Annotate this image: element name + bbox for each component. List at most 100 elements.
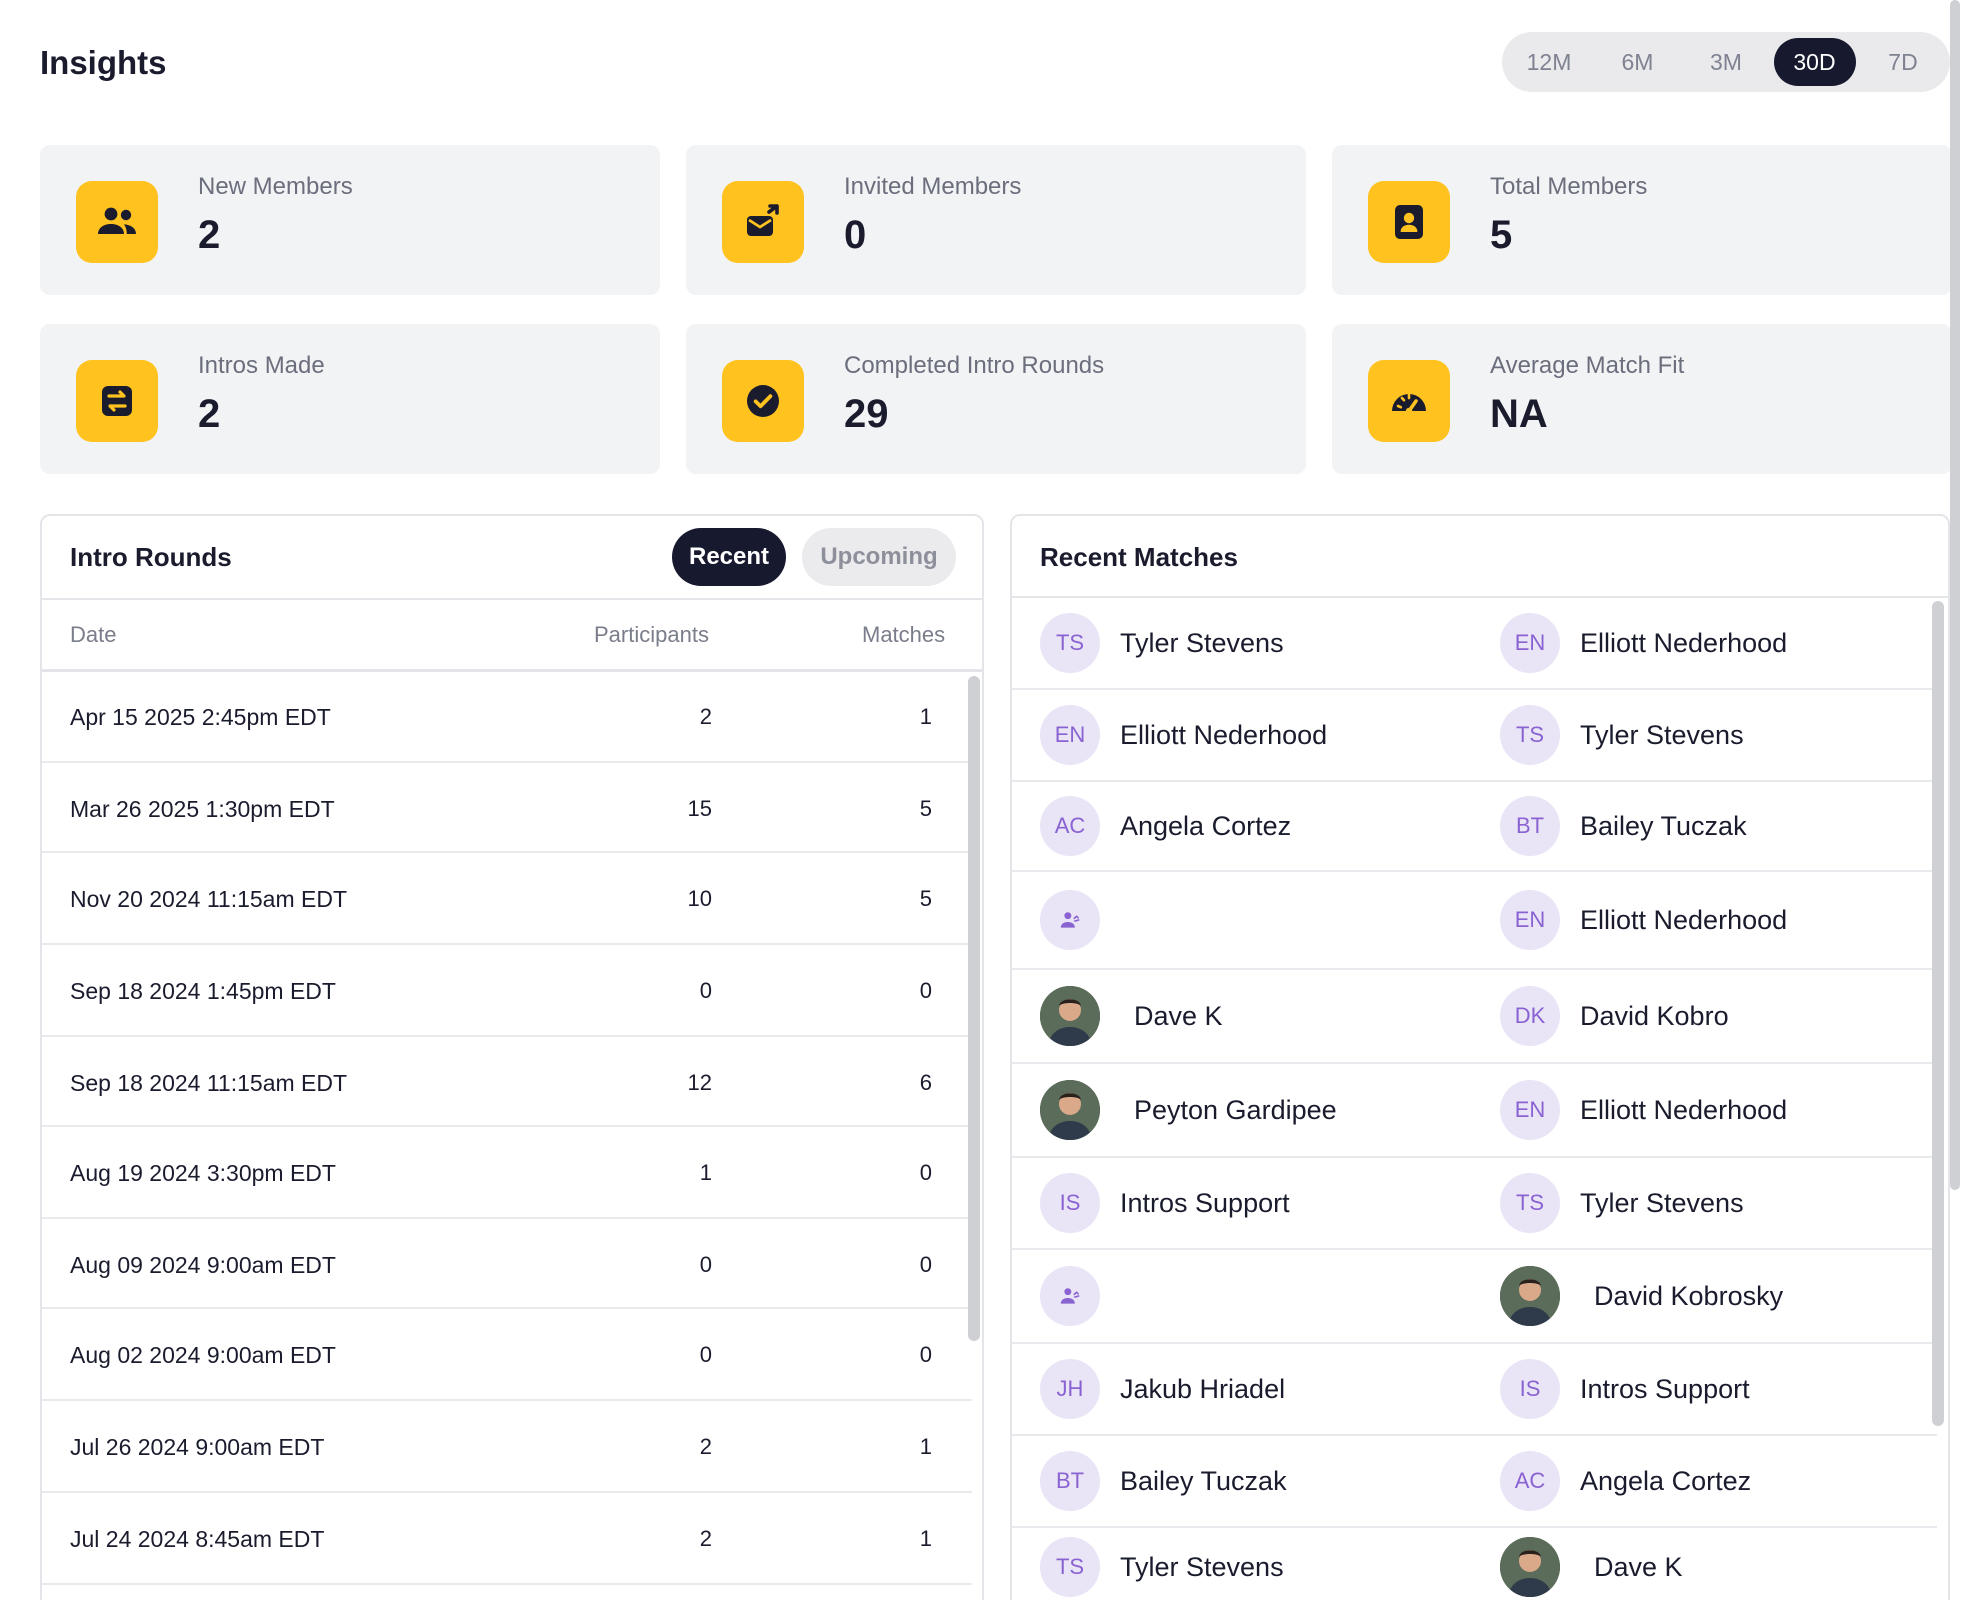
match-person[interactable]: IS Intros Support (1500, 1344, 1750, 1434)
match-person[interactable] (1040, 872, 1120, 968)
match-row[interactable]: EN Elliott Nederhood (1012, 872, 1937, 970)
match-person[interactable] (1040, 1250, 1120, 1342)
recent-matches-list: TS Tyler Stevens EN Elliott Nederhood EN Elli… (1012, 598, 1937, 1600)
table-row[interactable]: Apr 15 2025 2:45pm EDT 2 1 (42, 671, 972, 763)
match-person[interactable]: AC Angela Cortez (1500, 1436, 1751, 1526)
matches-count: 0 (919, 1160, 932, 1185)
round-date: Aug 02 2024 9:00am EDT (70, 1342, 336, 1368)
person-name: Bailey Tuczak (1120, 1465, 1287, 1496)
tab-upcoming[interactable]: Upcoming (802, 528, 956, 586)
stat-card-average-match-fit: Average Match Fit NA (1332, 324, 1952, 474)
person-name: Elliott Nederhood (1580, 1094, 1788, 1125)
table-row[interactable]: Aug 19 2024 3:30pm EDT 1 0 (42, 1127, 972, 1219)
matches-count: 0 (919, 978, 932, 1003)
avatar-photo (1500, 1266, 1560, 1326)
stat-label: Average Match Fit (1490, 352, 1685, 379)
range-6m-option[interactable]: 6M (1597, 38, 1679, 86)
scrollbar-thumb[interactable] (1932, 601, 1944, 1426)
stat-label: Completed Intro Rounds (844, 352, 1105, 379)
avatar-initials: DK (1500, 986, 1560, 1046)
match-row[interactable]: David Kobrosky (1012, 1250, 1937, 1344)
intro-rounds-panel: Intro Rounds Recent Upcoming Date Partic… (40, 514, 984, 1600)
person-name: Elliott Nederhood (1580, 904, 1788, 935)
avatar-initials: IS (1500, 1359, 1560, 1419)
table-row[interactable]: Aug 02 2024 9:00am EDT 0 0 (42, 1309, 972, 1401)
page-scrollbar-thumb[interactable] (1950, 0, 1960, 1190)
table-row[interactable]: Sep 18 2024 11:15am EDT 12 6 (42, 1037, 972, 1127)
match-person[interactable]: Peyton Gardipee (1040, 1064, 1337, 1156)
table-row[interactable]: Sep 18 2024 1:45pm EDT 0 0 (42, 945, 972, 1037)
match-person[interactable]: TS Tyler Stevens (1040, 1528, 1284, 1600)
match-person[interactable]: TS Tyler Stevens (1500, 690, 1744, 780)
matches-count: 1 (919, 704, 932, 729)
match-person[interactable]: AC Angela Cortez (1040, 782, 1291, 870)
table-row[interactable]: Aug 09 2024 9:00am EDT 0 0 (42, 1219, 972, 1309)
tab-recent[interactable]: Recent (672, 528, 786, 586)
table-row[interactable]: Jul 24 2024 8:45am EDT 2 1 (42, 1493, 972, 1585)
match-row[interactable]: JH Jakub Hriadel IS Intros Support (1012, 1344, 1937, 1436)
person-name: Angela Cortez (1580, 1465, 1752, 1496)
matches-count: 5 (919, 886, 932, 911)
match-person[interactable]: EN Elliott Nederhood (1500, 872, 1787, 968)
avatar-initials: BT (1040, 1451, 1100, 1511)
matches-count: 1 (919, 1526, 932, 1551)
range-7d-option[interactable]: 7D (1862, 38, 1944, 86)
people-icon (76, 181, 158, 263)
range-30d-option[interactable]: 30D (1773, 38, 1856, 86)
avatar-initials: JH (1040, 1359, 1100, 1419)
range-3m-option[interactable]: 3M (1685, 38, 1767, 86)
person-name: Tyler Stevens (1120, 1551, 1284, 1582)
match-person[interactable]: Dave K (1500, 1528, 1683, 1600)
match-person[interactable]: JH Jakub Hriadel (1040, 1344, 1285, 1434)
table-row[interactable]: Mar 26 2025 1:30pm EDT 15 5 (42, 763, 972, 853)
match-person[interactable]: EN Elliott Nederhood (1040, 690, 1327, 780)
avatar-initials: AC (1500, 1451, 1560, 1511)
panel-title: Recent Matches (1040, 542, 1238, 572)
match-person[interactable]: TS Tyler Stevens (1040, 598, 1284, 688)
person-name: David Kobro (1580, 1000, 1729, 1031)
match-row[interactable]: Dave K DK David Kobro (1012, 970, 1937, 1064)
person-name: Dave K (1594, 1551, 1683, 1582)
table-row[interactable]: Jul 26 2024 9:00am EDT 2 1 (42, 1401, 972, 1493)
match-person[interactable]: EN Elliott Nederhood (1500, 1064, 1787, 1156)
table-row[interactable]: Nov 20 2024 11:15am EDT 10 5 (42, 853, 972, 945)
scrollbar-track[interactable] (1932, 601, 1944, 1600)
range-12m-option[interactable]: 12M (1508, 38, 1590, 86)
match-person[interactable]: Dave K (1040, 970, 1223, 1062)
match-person[interactable]: DK David Kobro (1500, 970, 1729, 1062)
match-person[interactable]: BT Bailey Tuczak (1040, 1436, 1287, 1526)
avatar-initials: TS (1040, 1537, 1100, 1597)
round-date: Sep 18 2024 11:15am EDT (70, 1070, 348, 1096)
scrollbar-thumb[interactable] (968, 676, 980, 1341)
match-row[interactable]: AC Angela Cortez BT Bailey Tuczak (1012, 782, 1937, 872)
avatar-initials: TS (1500, 705, 1560, 765)
round-date: Apr 15 2025 2:45pm EDT (70, 704, 331, 730)
stat-label: Intros Made (198, 352, 325, 379)
match-row[interactable]: Peyton Gardipee EN Elliott Nederhood (1012, 1064, 1937, 1158)
match-row[interactable]: TS Tyler Stevens EN Elliott Nederhood (1012, 598, 1937, 690)
match-row[interactable]: TS Tyler Stevens Dave K (1012, 1528, 1937, 1600)
scrollbar-track[interactable] (968, 676, 980, 1600)
participants-count: 0 (699, 1252, 712, 1277)
person-name: Angela Cortez (1120, 810, 1292, 841)
match-row[interactable]: IS Intros Support TS Tyler Stevens (1012, 1158, 1937, 1250)
round-date: Jul 24 2024 8:45am EDT (70, 1526, 325, 1552)
match-person[interactable]: IS Intros Support (1040, 1158, 1290, 1248)
gauge-icon (1368, 360, 1450, 442)
stat-value: 5 (1490, 213, 1513, 257)
matches-count: 1 (919, 1434, 932, 1459)
match-person[interactable]: BT Bailey Tuczak (1500, 782, 1747, 870)
match-row[interactable]: EN Elliott Nederhood TS Tyler Stevens (1012, 690, 1937, 782)
stat-label: New Members (198, 173, 353, 200)
avatar-initials: EN (1040, 705, 1100, 765)
avatar-initials: BT (1500, 796, 1560, 856)
stat-value: NA (1490, 392, 1548, 436)
avatar-initials: EN (1500, 613, 1560, 673)
divider (42, 598, 982, 600)
match-row[interactable]: BT Bailey Tuczak AC Angela Cortez (1012, 1436, 1937, 1528)
participants-count: 10 (687, 886, 712, 911)
person-name: Tyler Stevens (1580, 719, 1744, 750)
match-person[interactable]: TS Tyler Stevens (1500, 1158, 1744, 1248)
match-person[interactable]: EN Elliott Nederhood (1500, 598, 1787, 688)
match-person[interactable]: David Kobrosky (1500, 1250, 1783, 1342)
